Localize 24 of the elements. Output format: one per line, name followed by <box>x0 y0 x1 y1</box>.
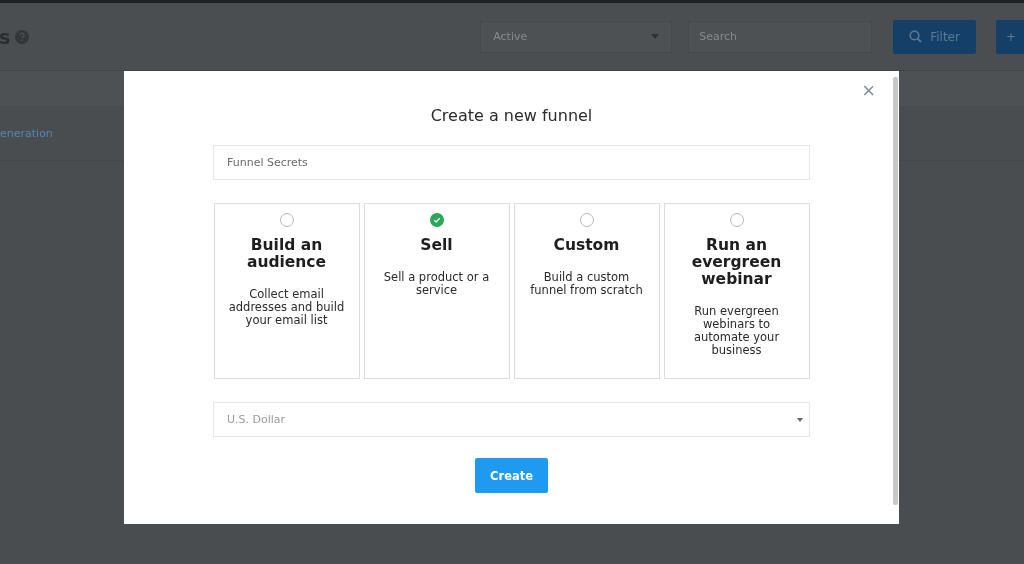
card-title: Run an evergreen webinar <box>690 237 783 288</box>
modal-title: Create a new funnel <box>430 106 593 127</box>
close-button[interactable]: × <box>862 80 875 102</box>
card-description: Run evergreen webinars to automate your business <box>692 305 781 357</box>
create-button[interactable]: Create <box>475 458 548 493</box>
checked-radio-icon[interactable] <box>429 213 444 227</box>
funnel-type-card[interactable]: Build an audience Collect email addresses and build your email list <box>213 203 360 379</box>
funnel-link[interactable]: eneration <box>0 126 53 140</box>
card-description: Collect email addresses and build your email list <box>227 288 346 327</box>
card-description: Build a custom funnel from scratch <box>529 271 644 297</box>
add-button[interactable]: + <box>995 19 1024 54</box>
card-title: Sell <box>419 237 454 254</box>
card-title: Build an audience <box>245 237 328 271</box>
status-dropdown[interactable]: Active <box>480 20 673 53</box>
currency-dropdown[interactable]: U.S. Dollar <box>213 402 810 437</box>
funnel-type-card[interactable]: Run an evergreen webinar Run evergreen webinars to automate your business <box>663 203 810 379</box>
card-description: Sell a product or a service <box>382 271 491 297</box>
funnel-type-card[interactable]: Sell Sell a product or a service <box>363 203 510 379</box>
funnel-type-card[interactable]: Custom Build a custom funnel from scratch <box>513 203 660 379</box>
search-field[interactable]: Search <box>688 20 873 53</box>
filter-button[interactable]: Filter <box>893 19 976 54</box>
card-title: Custom <box>552 237 621 254</box>
search-icon <box>909 30 923 43</box>
funnel-name-field[interactable]: Funnel Secrets <box>213 145 810 180</box>
